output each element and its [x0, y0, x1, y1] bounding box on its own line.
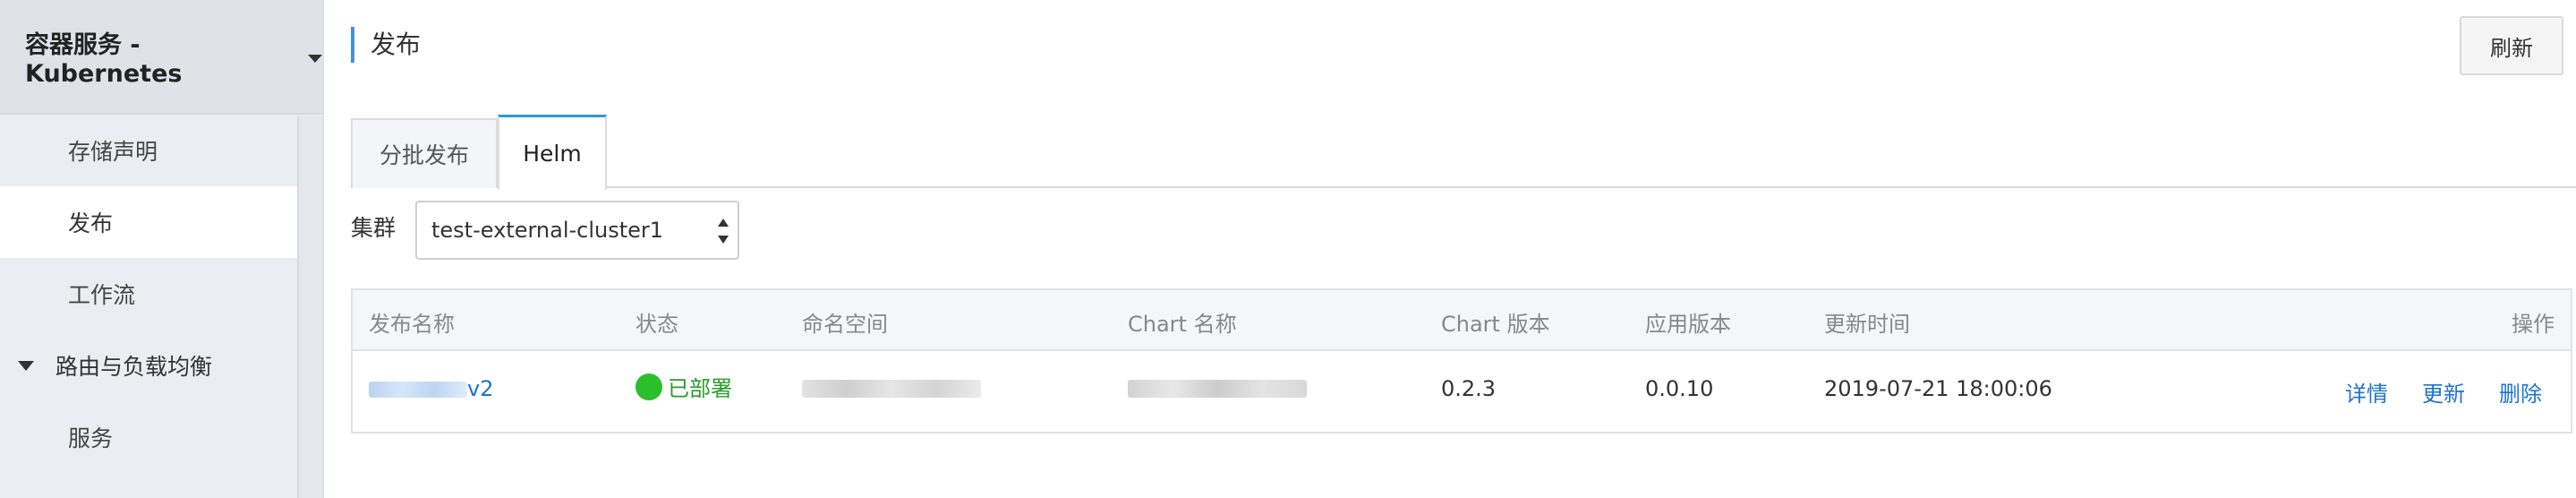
redacted-namespace	[802, 380, 981, 398]
sidebar-item-service[interactable]: 服务	[0, 401, 297, 473]
delete-link[interactable]: 删除	[2499, 376, 2542, 408]
tab-batch-release[interactable]: 分批发布	[351, 118, 498, 188]
col-header-chart-version: Chart 版本	[1441, 312, 1550, 337]
sidebar-item-label: 存储声明	[68, 139, 158, 165]
sidebar-item-release[interactable]: 发布	[0, 186, 297, 258]
cluster-label: 集群	[351, 215, 397, 241]
refresh-button[interactable]: 刷新	[2460, 16, 2563, 75]
col-header-updated: 更新时间	[1824, 312, 1910, 337]
page-title: 发布	[351, 27, 421, 63]
redacted-name	[369, 382, 467, 398]
col-header-chart-name: Chart 名称	[1128, 312, 1237, 337]
app-version: 0.0.10	[1645, 376, 1714, 401]
sidebar-group-routing[interactable]: 路由与负载均衡	[0, 330, 297, 401]
tab-label: Helm	[523, 141, 582, 167]
status-ok-icon	[635, 373, 662, 400]
col-header-actions: 操作	[2512, 312, 2555, 337]
release-table: 发布名称 状态 命名空间 Chart 名称 Chart 版本 应用版本 更新时间…	[351, 288, 2572, 434]
cluster-select[interactable]: test-external-cluster1	[415, 201, 739, 260]
main-content: 发布 刷新 分批发布 Helm 集群 test-external-cluster…	[326, 0, 2576, 498]
sidebar-scrollbar[interactable]	[297, 116, 322, 498]
status-badge: 已部署	[635, 371, 732, 402]
cluster-select-value: test-external-cluster1	[431, 218, 664, 243]
sidebar: 容器服务 - Kubernetes 存储声明 发布 工作流 路由与负载均衡 服务	[0, 0, 324, 498]
sidebar-item-workflow[interactable]: 工作流	[0, 258, 297, 330]
redacted-chart-name	[1128, 380, 1307, 398]
caret-down-icon	[308, 54, 322, 63]
col-header-status: 状态	[635, 312, 678, 337]
tab-helm[interactable]: Helm	[498, 115, 607, 190]
col-header-namespace: 命名空间	[802, 312, 888, 337]
sidebar-item-pvc[interactable]: 存储声明	[0, 115, 297, 186]
updated-time: 2019-07-21 18:00:06	[1824, 376, 2052, 401]
col-header-app-version: 应用版本	[1645, 312, 1731, 337]
app-window: 容器服务 - Kubernetes 存储声明 发布 工作流 路由与负载均衡 服务…	[0, 0, 2576, 498]
release-name-link[interactable]: v2	[369, 376, 493, 401]
select-arrows-icon	[718, 219, 730, 245]
sidebar-item-label: 工作流	[68, 282, 136, 308]
update-link[interactable]: 更新	[2422, 376, 2465, 408]
status-text: 已部署	[668, 376, 732, 401]
sidebar-item-label: 发布	[68, 210, 114, 236]
sidebar-item-label: 服务	[68, 425, 114, 451]
col-header-name: 发布名称	[369, 312, 455, 337]
tab-bar: 分批发布 Helm	[351, 115, 2576, 190]
product-title: 容器服务 - Kubernetes	[25, 31, 183, 88]
chart-version: 0.2.3	[1441, 376, 1497, 401]
release-name-suffix: v2	[467, 376, 494, 401]
sidebar-group-label: 路由与负载均衡	[55, 354, 213, 380]
detail-link[interactable]: 详情	[2345, 376, 2388, 408]
caret-down-icon	[18, 360, 34, 371]
tab-label: 分批发布	[379, 142, 469, 168]
product-switcher[interactable]: 容器服务 - Kubernetes	[0, 0, 322, 115]
